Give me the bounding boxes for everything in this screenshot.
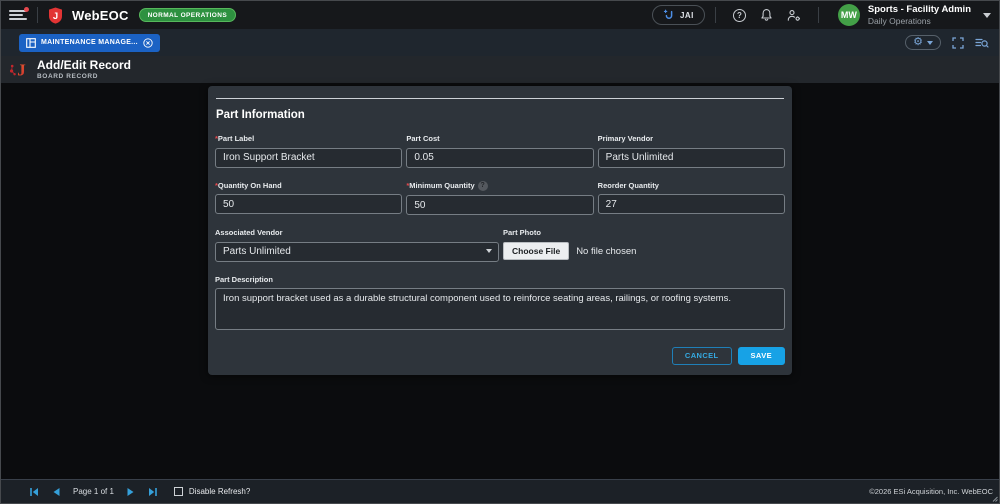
disable-refresh-label: Disable Refresh? [189, 487, 250, 496]
avatar[interactable]: MW [838, 4, 860, 26]
part-description-textarea[interactable]: Iron support bracket used as a durable s… [215, 288, 785, 330]
notifications-bell-icon[interactable] [760, 8, 773, 22]
chevron-down-icon [927, 41, 933, 45]
tab-label: MAINTENANCE MANAGE... [41, 39, 138, 46]
help-icon[interactable]: ? [733, 9, 746, 22]
status-badge: NORMAL OPERATIONS [139, 8, 237, 22]
board-logo-icon: J [9, 59, 30, 80]
jai-button[interactable]: JAI [652, 5, 705, 25]
close-tab-icon[interactable] [143, 38, 153, 48]
tab-maintenance-management[interactable]: MAINTENANCE MANAGE... [19, 34, 160, 52]
part-cost-label: Part Cost [406, 134, 593, 143]
panel-divider [216, 98, 784, 99]
form-actions: CANCEL SAVE [215, 347, 785, 365]
hamburger-menu-icon[interactable] [9, 8, 27, 22]
resize-grip-icon[interactable] [991, 495, 998, 502]
first-page-button[interactable] [29, 487, 39, 497]
part-label-input[interactable] [215, 148, 402, 168]
form-row-3: Associated Vendor Parts Unlimited Part P… [215, 228, 785, 262]
form-row-1: *Part Label Part Cost Primary Vendor [215, 134, 785, 168]
primary-vendor-label: Primary Vendor [598, 134, 785, 143]
app-title: WebEOC [72, 8, 129, 23]
webeoc-shield-logo: J [48, 7, 63, 24]
search-records-icon[interactable] [975, 37, 989, 49]
associated-vendor-select[interactable]: Parts Unlimited [215, 242, 499, 262]
section-title: Part Information [216, 109, 784, 121]
minimum-quantity-help-icon[interactable]: ? [478, 181, 488, 191]
svg-text:J: J [53, 10, 58, 21]
user-role: Daily Operations [868, 16, 971, 26]
page-title: Add/Edit Record [37, 59, 131, 73]
reorder-quantity-label: Reorder Quantity [598, 181, 785, 190]
divider [818, 7, 819, 23]
quantity-on-hand-label: *Quantity On Hand [215, 181, 402, 190]
user-info: Sports - Facility Admin Daily Operations [868, 4, 971, 26]
next-page-button[interactable] [126, 487, 136, 497]
form-row-2: *Quantity On Hand *Minimum Quantity ? Re… [215, 181, 785, 216]
minimum-quantity-label: *Minimum Quantity ? [406, 181, 593, 191]
board-grid-icon [26, 38, 36, 48]
jai-sparkle-icon [663, 9, 675, 21]
part-label-label: *Part Label [215, 134, 402, 143]
main-content: Part Information *Part Label Part Cost [1, 83, 999, 479]
part-information-panel: Part Information *Part Label Part Cost [208, 86, 792, 375]
jai-label: JAI [680, 11, 694, 20]
last-page-button[interactable] [148, 487, 158, 497]
bottom-bar: Page 1 of 1 Disable Refresh? ©2026 ESi A… [1, 479, 999, 503]
divider [715, 7, 716, 23]
associated-vendor-label: Associated Vendor [215, 228, 499, 237]
primary-vendor-input[interactable] [598, 148, 785, 168]
save-button[interactable]: SAVE [738, 347, 785, 365]
choose-file-button[interactable]: Choose File [503, 242, 569, 260]
notification-dot [24, 7, 29, 12]
part-cost-input[interactable] [406, 148, 593, 168]
form-row-4: Part Description Iron support bracket us… [215, 275, 785, 335]
file-status-text: No file chosen [576, 246, 636, 257]
previous-page-button[interactable] [51, 487, 61, 497]
page-subtitle: BOARD RECORD [37, 73, 131, 80]
quantity-on-hand-input[interactable] [215, 194, 402, 214]
top-bar: J WebEOC NORMAL OPERATIONS JAI ? [1, 1, 999, 29]
board-header: J Add/Edit Record BOARD RECORD [1, 56, 999, 83]
svg-text:J: J [17, 61, 26, 80]
user-menu-caret-icon[interactable] [983, 13, 991, 18]
minimum-quantity-input[interactable] [406, 195, 593, 215]
disable-refresh-checkbox[interactable] [174, 487, 183, 496]
page-status: Page 1 of 1 [73, 487, 114, 496]
fullscreen-icon[interactable] [952, 37, 964, 49]
cancel-button[interactable]: CANCEL [672, 347, 732, 365]
copyright-text: ©2026 ESi Acquisition, Inc. WebEOC [869, 487, 993, 496]
reorder-quantity-input[interactable] [598, 194, 785, 214]
part-description-label: Part Description [215, 275, 785, 284]
tab-bar: MAINTENANCE MANAGE... ⚙ [1, 29, 999, 56]
webeoc-window: J WebEOC NORMAL OPERATIONS JAI ? [0, 0, 1000, 504]
part-photo-label: Part Photo [503, 228, 785, 237]
user-management-icon[interactable] [787, 9, 801, 22]
user-name: Sports - Facility Admin [868, 4, 971, 15]
gear-icon: ⚙ [913, 37, 923, 48]
board-settings-button[interactable]: ⚙ [905, 35, 941, 50]
divider [37, 7, 38, 23]
